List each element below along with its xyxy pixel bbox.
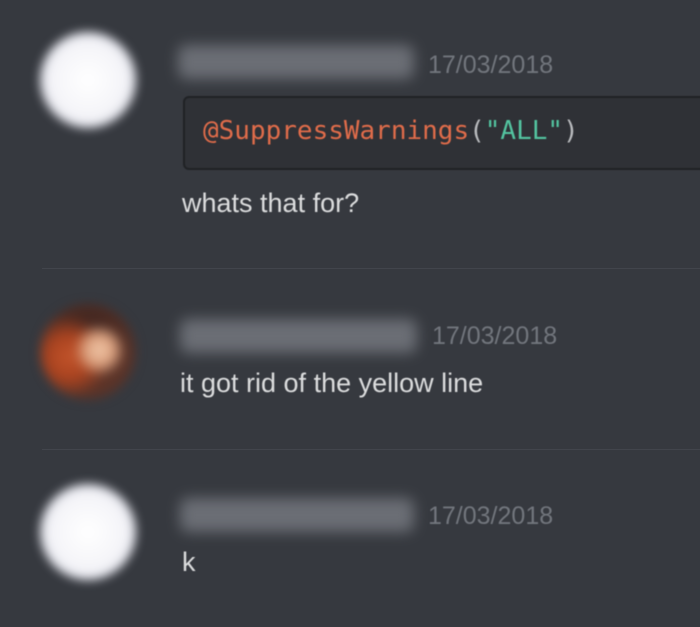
code-line: @SuppressWarnings("ALL")	[203, 116, 579, 146]
message-text: it got rid of the yellow line	[180, 368, 484, 398]
message-group: 17/03/2018 @SuppressWarnings("ALL") what…	[0, 0, 700, 268]
username-redacted[interactable]	[180, 319, 417, 353]
message-text: k	[182, 547, 196, 577]
username-redacted[interactable]	[180, 498, 414, 532]
code-annotation: @SuppressWarnings	[203, 116, 470, 146]
code-open-paren: (	[469, 116, 485, 146]
message-timestamp: 17/03/2018	[428, 51, 554, 79]
message-group: 17/03/2018 it got rid of the yellow line	[0, 269, 700, 449]
user-avatar[interactable]	[40, 304, 136, 400]
username-redacted[interactable]	[178, 45, 414, 79]
message-timestamp: 17/03/2018	[432, 322, 558, 350]
chat-message-list: 17/03/2018 @SuppressWarnings("ALL") what…	[0, 0, 700, 627]
user-avatar[interactable]	[40, 32, 136, 128]
message-timestamp: 17/03/2018	[428, 502, 554, 530]
code-block: @SuppressWarnings("ALL")	[183, 96, 700, 170]
code-string: "ALL"	[484, 116, 564, 146]
message-group: 17/03/2018 k	[0, 450, 700, 627]
message-text: whats that for?	[182, 188, 360, 218]
user-avatar[interactable]	[40, 484, 136, 580]
code-close-paren: )	[563, 116, 579, 146]
